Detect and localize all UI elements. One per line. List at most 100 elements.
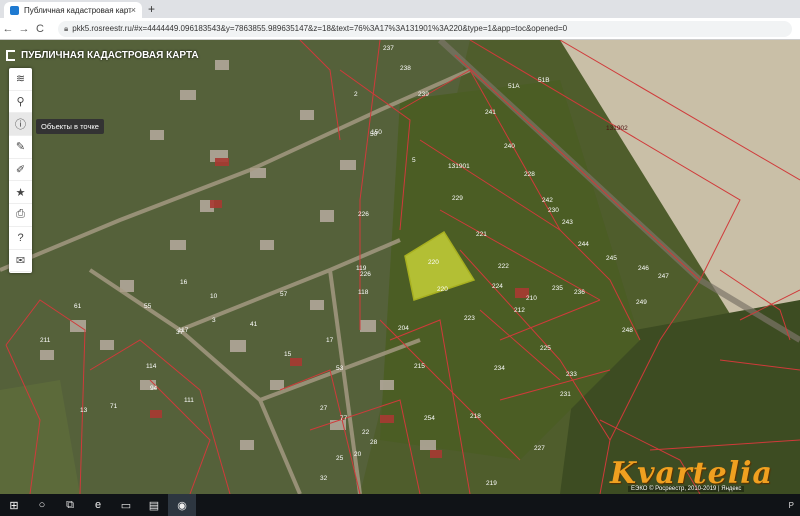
parcel-label[interactable]: 94 — [150, 385, 158, 392]
parcel-label[interactable]: 223 — [464, 315, 475, 322]
parcel-label[interactable]: 254 — [424, 415, 435, 422]
parcel-label[interactable]: 3 — [212, 317, 216, 324]
selected-parcel-label[interactable]: 220 — [428, 259, 439, 266]
parcel-label[interactable]: 243 — [562, 219, 573, 226]
parcel-label[interactable]: 212 — [514, 307, 525, 314]
parcel-label[interactable]: 27 — [320, 405, 328, 412]
parcel-label[interactable]: 22 — [362, 429, 370, 436]
parcel-label[interactable]: 227 — [534, 445, 545, 452]
quarter-label[interactable]: 131902 — [606, 125, 628, 132]
new-tab-button[interactable]: + — [148, 2, 155, 16]
parcel-label[interactable]: 238 — [400, 65, 411, 72]
url-field[interactable]: 🔒︎ pkk5.rosreestr.ru/#x=4444449.09618354… — [58, 20, 792, 37]
parcel-label[interactable]: 32 — [320, 475, 328, 482]
parcel-label[interactable]: 211 — [40, 337, 51, 344]
parcel-label[interactable]: 61 — [74, 303, 82, 310]
map-canvas[interactable]: 131901 131902 220 220 51A 51B 237 238 239 241 240 2… — [0, 40, 800, 494]
parcel-label[interactable]: 231 — [560, 391, 571, 398]
parcel-label[interactable]: 25 — [336, 455, 344, 462]
search-tool-button[interactable]: ⚲ — [9, 91, 32, 114]
parcel-label[interactable]: 10 — [210, 293, 218, 300]
pencil-tool-button[interactable]: ✎ — [9, 136, 32, 159]
measure-tool-button[interactable]: ✐ — [9, 159, 32, 182]
tab-close-icon[interactable]: × — [131, 5, 136, 15]
parcel-label[interactable]: 229 — [452, 195, 463, 202]
back-button[interactable]: ← — [0, 23, 16, 35]
road-label[interactable]: 51A — [508, 83, 520, 90]
quarter-label[interactable]: 131901 — [448, 163, 470, 170]
road-label[interactable]: 51B — [538, 77, 550, 84]
parcel-label[interactable]: 234 — [494, 365, 505, 372]
star-tool-button[interactable]: ★ — [9, 181, 32, 205]
parcel-label[interactable]: 242 — [542, 197, 553, 204]
print-tool-button[interactable]: ⎙ — [9, 204, 32, 227]
parcel-label[interactable]: 228 — [524, 171, 535, 178]
parcel-label[interactable]: 248 — [622, 327, 633, 334]
parcel-label[interactable]: 226 — [360, 271, 371, 278]
parcel-label[interactable]: 230 — [548, 207, 559, 214]
parcel-label[interactable]: 37 — [176, 329, 184, 336]
parcel-label[interactable]: 236 — [574, 289, 585, 296]
parcel-label[interactable]: 249 — [636, 299, 647, 306]
parcel-label[interactable]: 222 — [498, 263, 509, 270]
system-tray[interactable]: Р — [789, 501, 800, 510]
selected-parcel-label[interactable]: 220 — [437, 286, 448, 293]
parcel-label[interactable]: 2 — [354, 91, 358, 98]
parcel-label[interactable]: 219 — [486, 480, 497, 487]
parcel-label[interactable]: 239 — [418, 91, 429, 98]
parcel-label[interactable]: 5 — [412, 157, 416, 164]
layers-tool-button[interactable]: ≋ — [9, 68, 32, 91]
parcel-label[interactable]: 246 — [638, 265, 649, 272]
parcel-label[interactable]: 225 — [540, 345, 551, 352]
parcel-label[interactable]: 210 — [526, 295, 537, 302]
parcel-label[interactable]: 244 — [578, 241, 589, 248]
parcel-label[interactable]: 114 — [146, 363, 157, 370]
pencil-icon: ✎ — [15, 141, 26, 154]
mail-tool-button[interactable]: ✉ — [9, 250, 32, 273]
parcel-label[interactable]: 50 — [370, 131, 378, 138]
map-toolbar: ≋ ⚲ ⓘ ✎ ✐ ★ ⎙? ✉ — [9, 68, 32, 273]
file-explorer-icon[interactable]: ▭ — [112, 494, 140, 516]
parcel-label[interactable]: 118 — [358, 289, 369, 296]
parcel-label[interactable]: 226 — [358, 211, 369, 218]
edge-browser-icon[interactable]: e — [84, 494, 112, 516]
parcel-label[interactable]: 13 — [80, 407, 88, 414]
parcel-label[interactable]: 55 — [144, 303, 152, 310]
parcel-label[interactable]: 16 — [180, 279, 188, 286]
parcel-label[interactable]: 20 — [354, 451, 362, 458]
browser-tab[interactable]: Публичная кадастровая карта × — [4, 2, 142, 18]
store-icon[interactable]: ▤ — [140, 494, 168, 516]
parcel-label[interactable]: 221 — [476, 231, 487, 238]
parcel-label[interactable]: 237 — [383, 45, 394, 52]
parcel-label[interactable]: 53 — [336, 365, 344, 372]
reload-button[interactable]: C — [32, 23, 48, 35]
parcel-label[interactable]: 218 — [470, 413, 481, 420]
parcel-label[interactable]: 235 — [552, 285, 563, 292]
parcel-label[interactable]: 57 — [280, 291, 288, 298]
parcel-label[interactable]: 71 — [110, 403, 118, 410]
parcel-label[interactable]: 77 — [340, 415, 348, 422]
parcel-label[interactable]: 240 — [504, 143, 515, 150]
search-taskbar-icon[interactable]: ○ — [28, 494, 56, 516]
parcel-label[interactable]: 41 — [250, 321, 258, 328]
help-tool-button[interactable]: ? — [9, 227, 32, 250]
mail-icon: ✉ — [15, 254, 26, 267]
parcel-label[interactable]: 15 — [284, 351, 292, 358]
map-attribution[interactable]: ЕЭКО © Росреестр, 2010-2019 | Яндекс — [628, 486, 745, 492]
parcel-label[interactable]: 215 — [414, 363, 425, 370]
parcel-label[interactable]: 17 — [326, 337, 334, 344]
chrome-icon[interactable]: ◉ — [168, 494, 196, 516]
parcel-label[interactable]: 245 — [606, 255, 617, 262]
windows-start-icon[interactable]: ⊞ — [0, 494, 28, 516]
forward-button[interactable]: → — [16, 23, 32, 35]
satellite-map: 13190113190222022051A51B2372382392412402… — [0, 40, 800, 494]
task-view-icon[interactable]: ⧉ — [56, 494, 84, 516]
parcel-label[interactable]: 204 — [398, 325, 409, 332]
parcel-label[interactable]: 247 — [658, 273, 669, 280]
parcel-label[interactable]: 28 — [370, 439, 378, 446]
parcel-label[interactable]: 224 — [492, 283, 503, 290]
parcel-label[interactable]: 241 — [485, 109, 496, 116]
parcel-label[interactable]: 111 — [184, 397, 194, 404]
info-tool-button[interactable]: ⓘ — [9, 113, 32, 137]
parcel-label[interactable]: 233 — [566, 371, 577, 378]
